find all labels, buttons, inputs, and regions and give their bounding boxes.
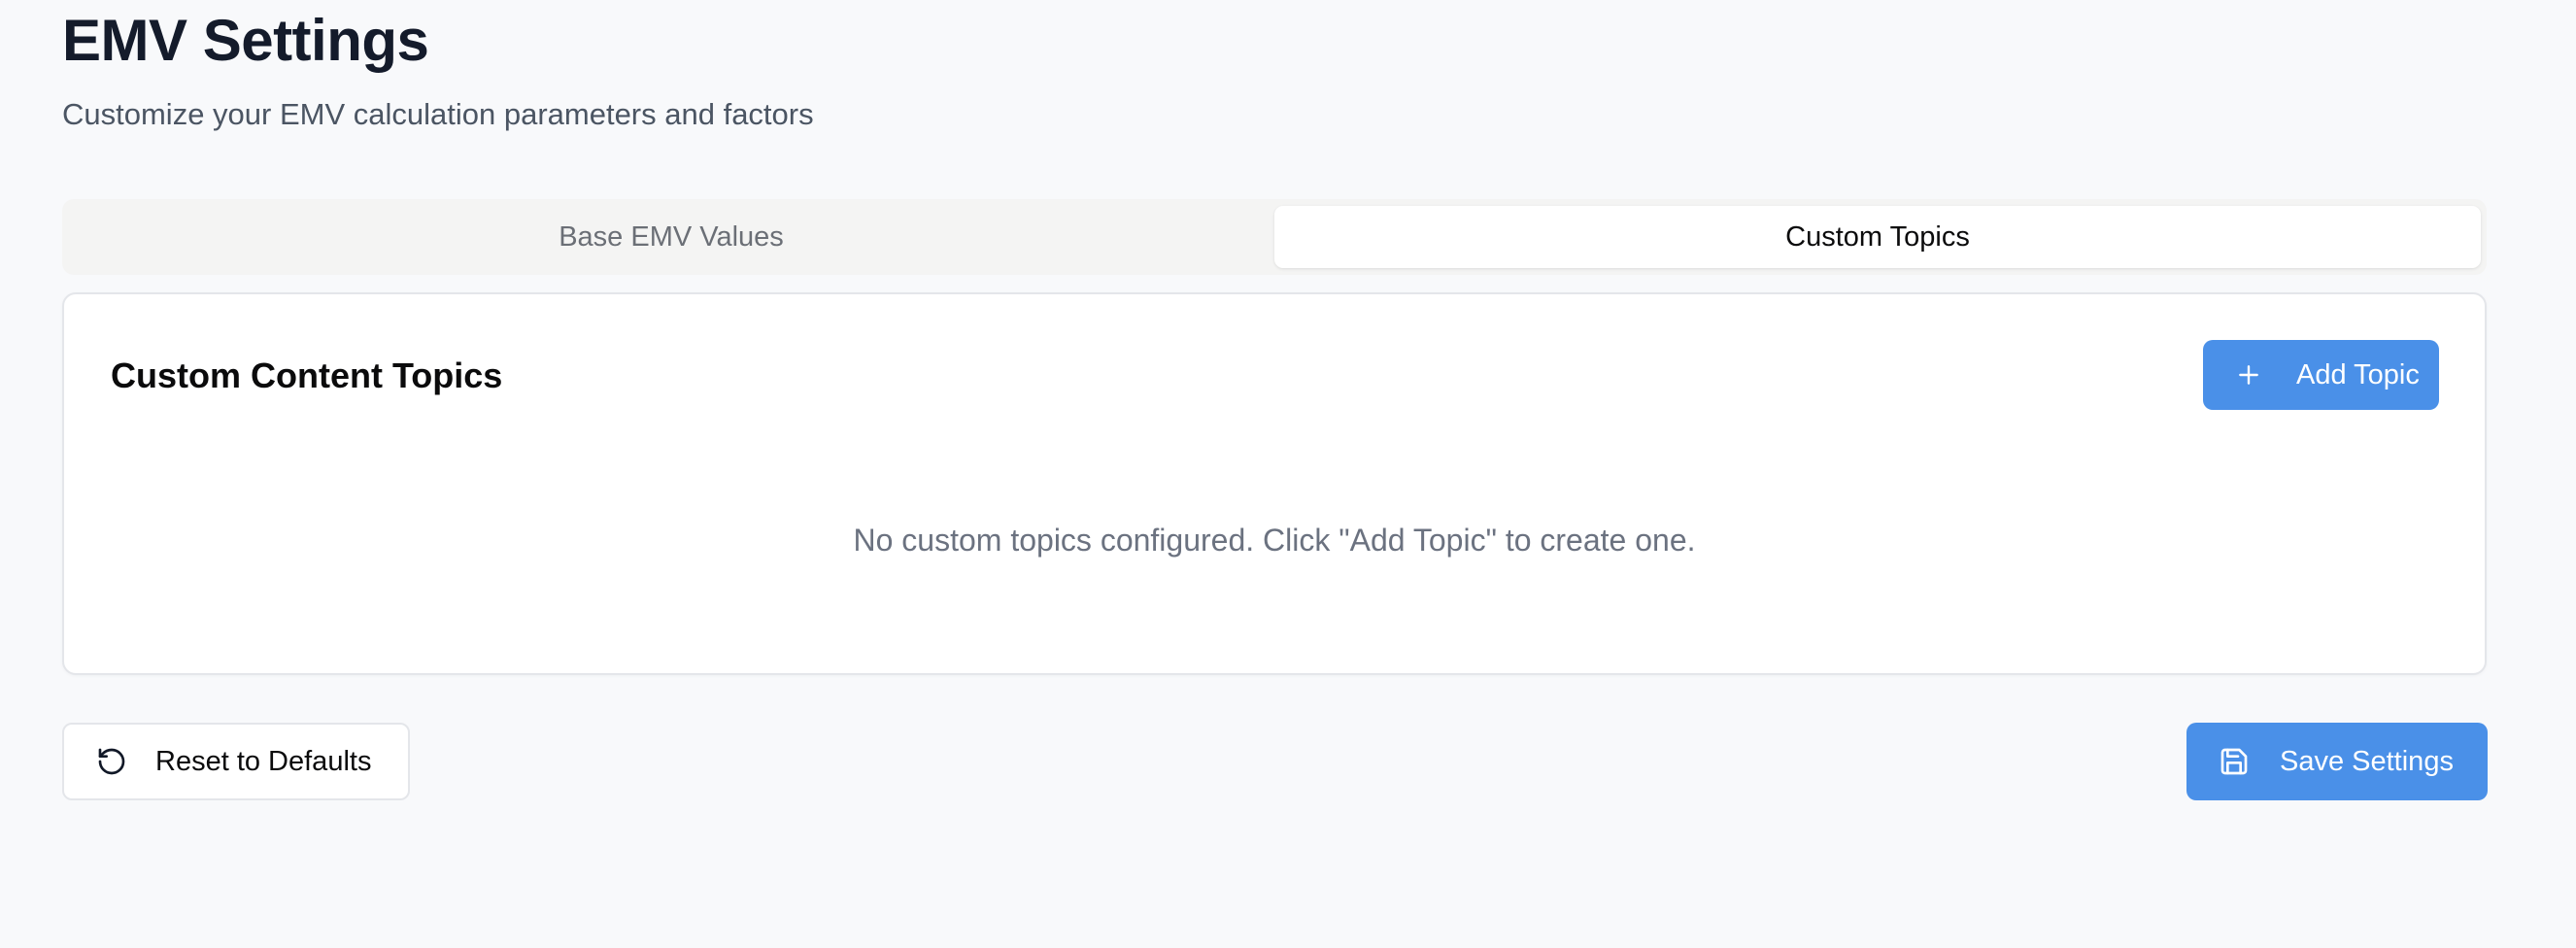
plus-icon (2234, 360, 2263, 389)
page-title: EMV Settings (62, 8, 429, 73)
add-topic-button[interactable]: Add Topic (2203, 340, 2439, 410)
reset-to-defaults-button[interactable]: Reset to Defaults (62, 723, 410, 800)
save-settings-button[interactable]: Save Settings (2186, 723, 2488, 800)
settings-tabs: Base EMV Values Custom Topics (62, 199, 2487, 275)
rotate-ccw-icon (95, 745, 128, 778)
save-label: Save Settings (2280, 745, 2454, 777)
add-topic-label: Add Topic (2296, 358, 2420, 390)
save-icon (2218, 745, 2251, 778)
empty-state-message: No custom topics configured. Click "Add … (853, 523, 1696, 558)
custom-topics-card: Custom Content Topics Add Topic No custo… (62, 292, 2487, 675)
page-subtitle: Customize your EMV calculation parameter… (62, 97, 814, 131)
card-title: Custom Content Topics (111, 356, 503, 395)
reset-label: Reset to Defaults (155, 745, 372, 777)
tab-base-emv-values[interactable]: Base EMV Values (68, 206, 1274, 268)
tab-custom-topics[interactable]: Custom Topics (1274, 206, 2481, 268)
